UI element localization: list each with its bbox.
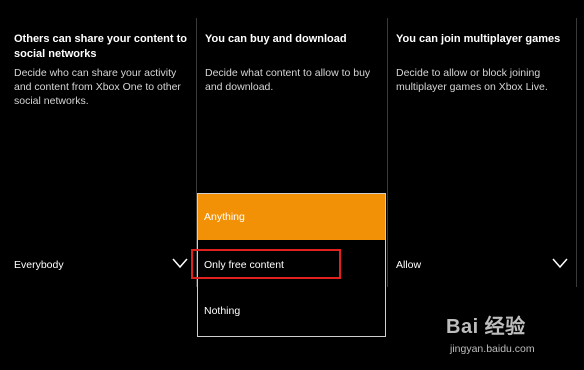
baidu-watermark: Bai 经验 jingyan.baidu.com bbox=[446, 310, 576, 360]
annotation-highlight-box bbox=[191, 249, 341, 279]
watermark-url: jingyan.baidu.com bbox=[450, 343, 535, 355]
buy-download-title: You can buy and download bbox=[205, 33, 347, 45]
share-content-title: Others can share your content to social … bbox=[14, 33, 187, 60]
multiplayer-selected-value: Allow bbox=[396, 259, 422, 271]
buy-download-description: Decide what content to allow to buy and … bbox=[205, 67, 371, 93]
share-content-panel: Others can share your content to social … bbox=[6, 18, 196, 287]
option-anything[interactable]: Anything bbox=[198, 194, 385, 240]
share-content-description: Decide who can share your activity and c… bbox=[14, 67, 181, 107]
chevron-down-icon bbox=[552, 258, 568, 269]
option-nothing[interactable]: Nothing bbox=[198, 288, 385, 334]
share-content-select[interactable]: Everybody bbox=[14, 256, 188, 274]
multiplayer-select[interactable]: Allow bbox=[396, 256, 568, 274]
chevron-down-icon bbox=[172, 258, 188, 269]
watermark-logo: Bai 经验 bbox=[446, 316, 526, 338]
share-content-selected-value: Everybody bbox=[14, 259, 64, 271]
multiplayer-panel: You can join multiplayer games Decide to… bbox=[387, 18, 577, 287]
multiplayer-description: Decide to allow or block joining multipl… bbox=[396, 67, 548, 93]
multiplayer-title: You can join multiplayer games bbox=[396, 33, 561, 45]
